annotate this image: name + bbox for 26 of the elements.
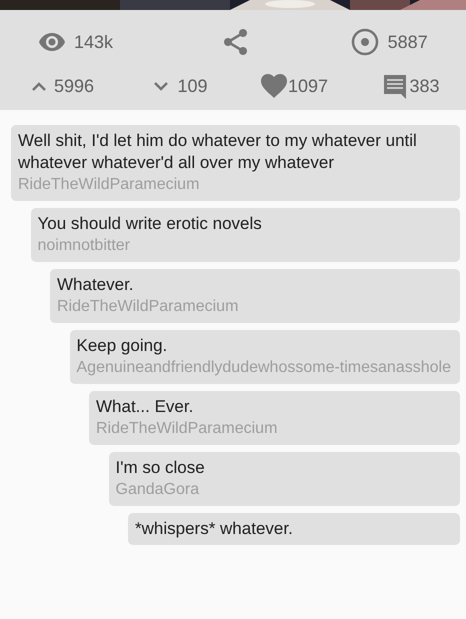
comment-text: You should write erotic novels: [38, 213, 263, 235]
comment-author[interactable]: GandaGora: [116, 479, 453, 501]
eye-icon: [38, 32, 66, 52]
favorites-count: 1097: [288, 74, 328, 98]
comment-author[interactable]: noimnotbitter: [38, 235, 453, 257]
comment-icon[interactable]: [382, 73, 408, 99]
comment-text: What... Ever.: [96, 396, 194, 418]
comment-author[interactable]: RideTheWildParamecium: [18, 174, 453, 196]
downvote-icon[interactable]: [152, 80, 168, 92]
share-icon[interactable]: [222, 28, 249, 56]
upvote-icon[interactable]: [31, 80, 47, 92]
views-count: 143k: [74, 30, 114, 54]
comment-text: Well shit, I'd let him do whatever to my whatever until whatever whatever'd all over my whatever: [18, 130, 418, 174]
upvote-count: 5996: [54, 74, 94, 98]
comment-text: Keep going.: [76, 335, 168, 357]
heart-icon[interactable]: [260, 73, 288, 99]
comment-text: *whispers* whatever.: [135, 518, 294, 540]
comment-author[interactable]: Agenuineandfriendlydudewhossome-timesanasshole: [76, 357, 453, 379]
downvote-count: 109: [178, 74, 208, 98]
score-count: 5887: [388, 30, 428, 54]
comments-count: 383: [410, 74, 440, 98]
target-icon: [350, 28, 379, 56]
comment-author[interactable]: RideTheWildParamecium: [57, 296, 453, 318]
comment-text: Whatever.: [57, 274, 135, 296]
comment-text: I'm so close: [116, 457, 206, 479]
comment-author[interactable]: RideTheWildParamecium: [96, 418, 453, 440]
